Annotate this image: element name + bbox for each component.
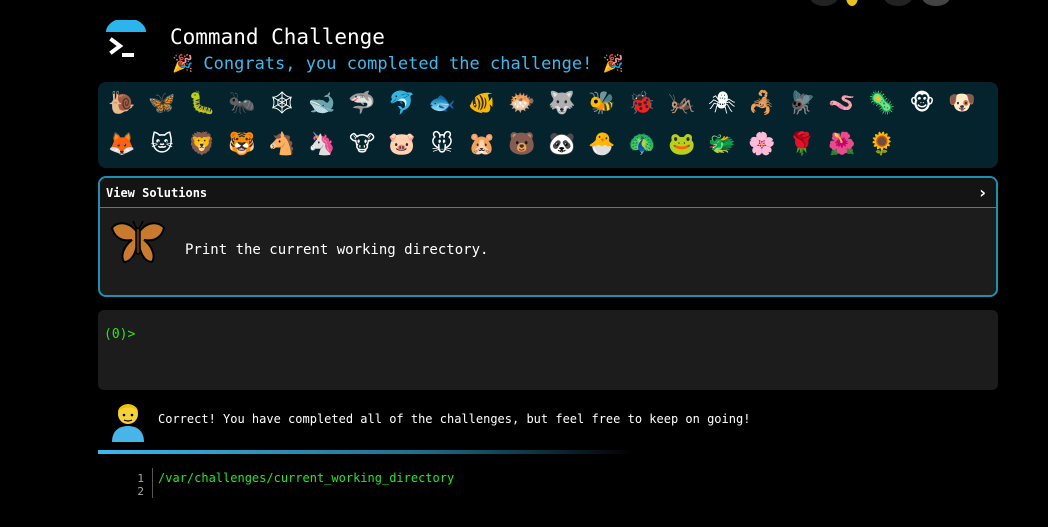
challenge-emoji-icon[interactable]: 🐠 (464, 86, 500, 122)
line-number: 1 (137, 472, 144, 485)
bulb-icon[interactable] (846, 0, 858, 6)
challenge-emoji-grid: 🐌 🦋 🐛 🐜 🕸 🐋 🦈 🐬 🐟 🐠 🐡 🐺 🐝 🐞 🦗 🕷 🦂 🪰 🪱 🦠 🐵 🐶 🦊 🐱 🦁 🐯 🐴 🦄 🐮 🐷 🐭 🐹 🐻 🐼 🐣 🦚 🐸 🐲 🌸 🌹… (102, 86, 992, 168)
challenge-emoji-icon[interactable]: 🐡 (504, 86, 540, 122)
challenge-emoji-icon[interactable]: 🐹 (464, 127, 500, 163)
challenge-emoji-icon[interactable]: 🐱 (144, 127, 180, 163)
challenge-emoji-icon[interactable]: 🐭 (424, 127, 460, 163)
progress-divider (98, 450, 634, 454)
challenge-emoji-icon[interactable]: 🦁 (184, 127, 220, 163)
challenge-emoji-icon[interactable]: 🐬 (384, 86, 420, 122)
challenge-progress-panel: 🐌 🦋 🐛 🐜 🕸 🐋 🦈 🐬 🐟 🐠 🐡 🐺 🐝 🐞 🦗 🕷 🦂 🪰 🪱 🦠 🐵 🐶 🦊 🐱 🦁 🐯 🐴 🦄 🐮 🐷 🐭 🐹 🐻 🐼 🐣 🦚 🐸 🐲 🌸 🌹… (98, 82, 998, 168)
view-solutions-label: View Solutions (106, 186, 208, 200)
challenge-emoji-icon[interactable]: 🐮 (344, 127, 380, 163)
challenge-emoji-icon[interactable]: 🐼 (544, 127, 580, 163)
challenge-task-text: Print the current working directory. (185, 242, 489, 258)
challenge-emoji-icon[interactable]: 🐻 (504, 127, 540, 163)
challenge-emoji-icon[interactable]: 🐜 (224, 86, 260, 122)
completion-subtitle: 🎉 Congrats, you completed the challenge!… (172, 54, 624, 74)
gutter-divider (152, 468, 153, 498)
challenge-emoji-icon[interactable]: 🐛 (184, 86, 220, 122)
challenge-emoji-icon[interactable]: 🦗 (664, 86, 700, 122)
challenge-emoji-icon[interactable]: 🐲 (704, 127, 740, 163)
challenge-emoji-icon[interactable]: 🌸 (744, 127, 780, 163)
terminal-prompt: (0)> (104, 327, 136, 342)
person-avatar-icon (112, 404, 144, 442)
challenge-emoji-icon[interactable]: 🐵 (904, 86, 940, 122)
output-line: /var/challenges/current_working_director… (158, 471, 455, 485)
moth-icon (110, 220, 166, 264)
view-solutions-toggle[interactable]: View Solutions › (100, 178, 996, 208)
challenge-emoji-icon[interactable]: 🐌 (104, 86, 140, 122)
terminal-logo-icon (106, 20, 146, 57)
line-number: 2 (137, 485, 144, 498)
challenge-emoji-icon[interactable]: 🪰 (784, 86, 820, 122)
challenge-emoji-icon[interactable]: 🦄 (304, 127, 340, 163)
challenge-emoji-icon[interactable]: 🐣 (584, 127, 620, 163)
challenge-emoji-icon[interactable]: 🐋 (304, 86, 340, 122)
challenge-emoji-icon[interactable]: 🐶 (944, 86, 980, 122)
solutions-panel: View Solutions › Print the current worki… (98, 176, 998, 297)
page-title: Command Challenge (170, 25, 385, 49)
feedback-message: Correct! You have completed all of the c… (158, 412, 751, 426)
challenge-emoji-icon[interactable]: 🌺 (824, 127, 860, 163)
challenge-emoji-icon[interactable]: 🐸 (664, 127, 700, 163)
challenge-emoji-icon[interactable]: 🦠 (864, 86, 900, 122)
challenge-emoji-icon[interactable]: 🐞 (624, 86, 660, 122)
challenge-emoji-icon[interactable]: 🐯 (224, 127, 260, 163)
challenge-emoji-icon[interactable]: 🐝 (584, 86, 620, 122)
challenge-emoji-icon[interactable]: 🕷 (704, 86, 740, 122)
challenge-emoji-icon[interactable]: 🌹 (784, 127, 820, 163)
challenge-emoji-icon[interactable]: 🐴 (264, 127, 300, 163)
user-icon[interactable] (810, 0, 838, 6)
terminal-input-area[interactable]: (0)> (98, 310, 998, 390)
line-numbers: 1 2 (130, 472, 144, 498)
challenge-emoji-icon[interactable]: 🦈 (344, 86, 380, 122)
github-icon[interactable] (922, 0, 950, 6)
challenge-emoji-icon[interactable]: 🌻 (864, 127, 900, 163)
challenge-emoji-icon[interactable]: 🐷 (384, 127, 420, 163)
challenge-emoji-icon[interactable]: 🐺 (544, 86, 580, 122)
challenge-emoji-icon[interactable]: 🐟 (424, 86, 460, 122)
challenge-emoji-icon[interactable]: 🦋 (144, 86, 180, 122)
challenge-emoji-icon[interactable]: 🕸 (264, 86, 300, 122)
challenge-emoji-icon[interactable]: 🪱 (824, 86, 860, 122)
settings-icon[interactable] (884, 0, 912, 6)
challenge-emoji-icon[interactable]: 🦚 (624, 127, 660, 163)
challenge-emoji-icon[interactable]: 🦊 (104, 127, 140, 163)
challenge-emoji-icon[interactable]: 🦂 (744, 86, 780, 122)
chevron-right-icon[interactable]: › (979, 183, 986, 202)
